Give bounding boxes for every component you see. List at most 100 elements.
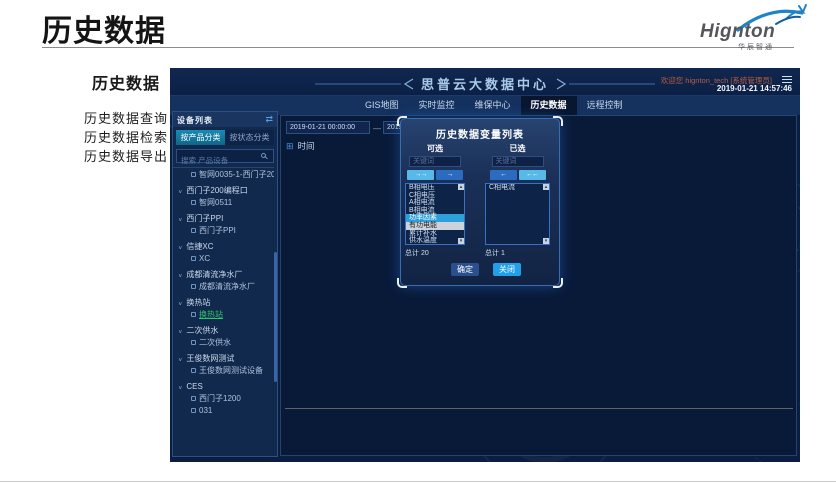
available-total: 总计 20: [405, 248, 465, 258]
tab-gis-map[interactable]: GIS地图: [355, 96, 409, 115]
grid-icon: ⊞: [286, 141, 294, 152]
scroll-down-icon[interactable]: ▾: [458, 238, 464, 244]
move-all-right-button[interactable]: →→: [407, 170, 434, 180]
available-list: B相电压 C相电压 A相电流 B相电流 功率因素 有功电能 累计补水 供水温度 …: [405, 183, 465, 245]
chevron-down-icon: ∨: [178, 244, 182, 252]
tab-by-status[interactable]: 按状态分类: [225, 130, 274, 145]
confirm-button[interactable]: 确定: [451, 263, 479, 276]
device-tag-icon: [191, 172, 196, 177]
page-title: 历史数据: [42, 6, 166, 50]
scroll-up-icon[interactable]: ▴: [458, 184, 464, 190]
dashboard-title: 思普云大数据中心: [421, 74, 549, 93]
sidebar-item-export: 历史数据导出: [84, 146, 168, 165]
chevron-down-icon: ∨: [178, 188, 182, 196]
move-all-left-button[interactable]: ←←: [519, 170, 546, 180]
content-divider: [285, 408, 793, 409]
tree-leaf-selected[interactable]: 换热站: [191, 310, 274, 320]
device-tag-icon: [191, 200, 196, 205]
date-separator: —: [373, 124, 381, 133]
date-from-input[interactable]: [286, 121, 370, 134]
tree-group[interactable]: ∨西门子200编程口: [178, 186, 274, 196]
scroll-up-icon[interactable]: ▴: [543, 184, 549, 190]
tree-group[interactable]: ∨西门子PPI: [178, 214, 274, 224]
logo-brand-text: Hignton: [700, 21, 775, 43]
sidebar-item-search: 历史数据检索: [84, 127, 168, 146]
scroll-down-icon[interactable]: ▾: [543, 238, 549, 244]
title-divider: [42, 47, 794, 48]
tab-remote-control[interactable]: 远程控制: [577, 96, 633, 115]
tree-leaf[interactable]: 王俊数网测试设备: [191, 366, 274, 376]
tree-group[interactable]: ∨王俊数网测试: [178, 354, 274, 364]
chevron-down-icon: ∨: [178, 356, 182, 364]
modal-corner-bracket: [553, 278, 563, 288]
selected-keyword-input[interactable]: [492, 156, 544, 167]
variable-item[interactable]: 供水温度: [406, 237, 464, 245]
tree-leaf[interactable]: 智网0511: [191, 198, 274, 208]
tree-leaf[interactable]: 西门子PPI: [191, 226, 274, 236]
transfer-buttons-right: ← ←←: [490, 170, 546, 180]
tree-group[interactable]: ∨信捷XC: [178, 242, 274, 252]
tree-group[interactable]: ∨二次供水: [178, 326, 274, 336]
tree-leaf[interactable]: 智网0035-1-西门子200: [191, 170, 274, 180]
move-right-button[interactable]: →: [436, 170, 463, 180]
close-button[interactable]: 关闭: [493, 263, 521, 276]
selected-total: 总计 1: [485, 248, 550, 258]
device-search-box: [176, 149, 274, 163]
modal-title: 历史数据变量列表: [401, 126, 559, 141]
device-tag-icon: [191, 368, 196, 373]
selected-column: 已选 ← ←← C相电流 ▴ ▾ 总计 1: [485, 143, 550, 258]
slide-footer-line: [0, 481, 836, 482]
tree-group[interactable]: ∨换热站: [178, 298, 274, 308]
variable-item[interactable]: A相电流: [406, 199, 464, 207]
tree-leaf[interactable]: 西门子1200: [191, 394, 274, 404]
variable-list-modal: 历史数据变量列表 可选 →→ → B相电压 C相电压 A相电流 B相电流 功率因…: [400, 118, 560, 286]
tab-history-data[interactable]: 历史数据: [521, 96, 577, 115]
dashboard-header: 思普云大数据中心 欢迎您 hignton_tech [系统管理员] 2019-0…: [170, 68, 800, 96]
modal-corner-bracket: [553, 116, 563, 126]
variable-item-selected[interactable]: 有功电能: [406, 222, 464, 230]
logo-sub-text: 华辰智通: [738, 42, 774, 52]
tree-group[interactable]: ∨CES: [178, 382, 274, 392]
tree-group[interactable]: ∨成都清流净水厂: [178, 270, 274, 280]
variable-item-selected[interactable]: 功率因素: [406, 214, 464, 222]
tab-realtime-monitor[interactable]: 实时监控: [409, 96, 465, 115]
device-tag-icon: [191, 284, 196, 289]
selected-list: C相电流 ▴ ▾: [485, 183, 550, 245]
tab-maintenance-center[interactable]: 维保中心: [465, 96, 521, 115]
transfer-buttons-left: →→ →: [407, 170, 463, 180]
header-bracket-left-icon: [315, 78, 415, 90]
device-tag-icon: [191, 408, 196, 413]
device-tree: 智网0035-1-西门子200 ∨西门子200编程口 智网0511 ∨西门子PP…: [173, 167, 274, 456]
device-tag-icon: [191, 256, 196, 261]
time-label: 时间: [298, 140, 315, 152]
device-search-input[interactable]: [177, 155, 273, 167]
device-list-panel: 设备列表 ⇄ 按产品分类 按状态分类 智网0035-1-西门子200 ∨西门子2…: [172, 111, 278, 457]
available-column: 可选 →→ → B相电压 C相电压 A相电流 B相电流 功率因素 有功电能 累计…: [405, 143, 465, 258]
available-keyword-input[interactable]: [409, 156, 461, 167]
tab-by-product[interactable]: 按产品分类: [176, 130, 225, 145]
menu-icon[interactable]: [782, 76, 792, 83]
tree-leaf[interactable]: XC: [191, 254, 274, 264]
tree-leaf[interactable]: 成都清流净水厂: [191, 282, 274, 292]
header-bracket-right-icon: [555, 78, 655, 90]
variable-item[interactable]: B相电压: [406, 184, 464, 192]
variable-item[interactable]: C相电流: [486, 184, 549, 192]
modal-corner-bracket: [397, 278, 407, 288]
device-panel-tabs: 按产品分类 按状态分类: [176, 130, 274, 145]
move-left-button[interactable]: ←: [490, 170, 517, 180]
modal-corner-bracket: [397, 116, 407, 126]
tree-leaf[interactable]: 二次供水: [191, 338, 274, 348]
device-panel-header: 设备列表 ⇄: [173, 112, 277, 127]
time-column-header: ⊞ 时间: [286, 140, 315, 152]
chevron-down-icon: ∨: [178, 216, 182, 224]
device-tag-icon: [191, 340, 196, 345]
swap-icon[interactable]: ⇄: [265, 114, 273, 125]
datetime-text: 2019-01-21 14:57:46: [717, 84, 792, 93]
chevron-down-icon: ∨: [178, 384, 182, 392]
device-tag-icon: [191, 228, 196, 233]
available-label: 可选: [405, 143, 465, 155]
panel-scrollbar[interactable]: [274, 252, 277, 382]
selected-label: 已选: [485, 143, 550, 155]
tree-leaf[interactable]: 031: [191, 406, 274, 416]
chevron-down-icon: ∨: [178, 300, 182, 308]
